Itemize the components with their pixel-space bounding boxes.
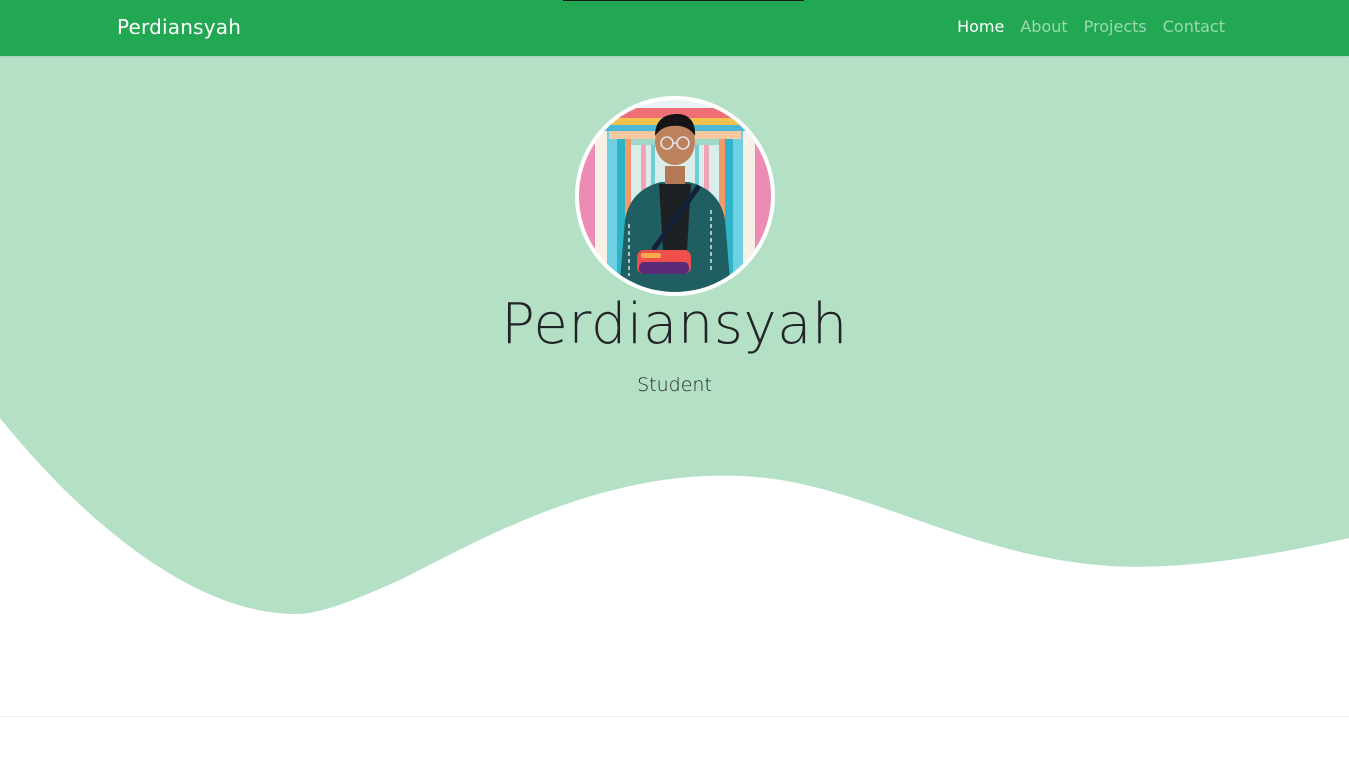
navbar: Perdiansyah Home About Projects Contact [0,0,1349,56]
nav-contact[interactable]: Contact [1163,17,1225,36]
top-marker [563,0,804,1]
brand-link[interactable]: Perdiansyah [117,15,241,39]
nav-menu: Home About Projects Contact [957,17,1225,36]
hero-role: Student [637,374,712,396]
profile-photo-icon [579,100,771,292]
page: Perdiansyah Home About Projects Contact [0,0,1349,768]
hero-name: Perdiansyah [501,292,848,357]
nav-about[interactable]: About [1020,17,1067,36]
nav-home[interactable]: Home [957,17,1004,36]
profile-avatar [575,96,775,296]
nav-projects[interactable]: Projects [1084,17,1147,36]
section-divider [0,716,1349,717]
